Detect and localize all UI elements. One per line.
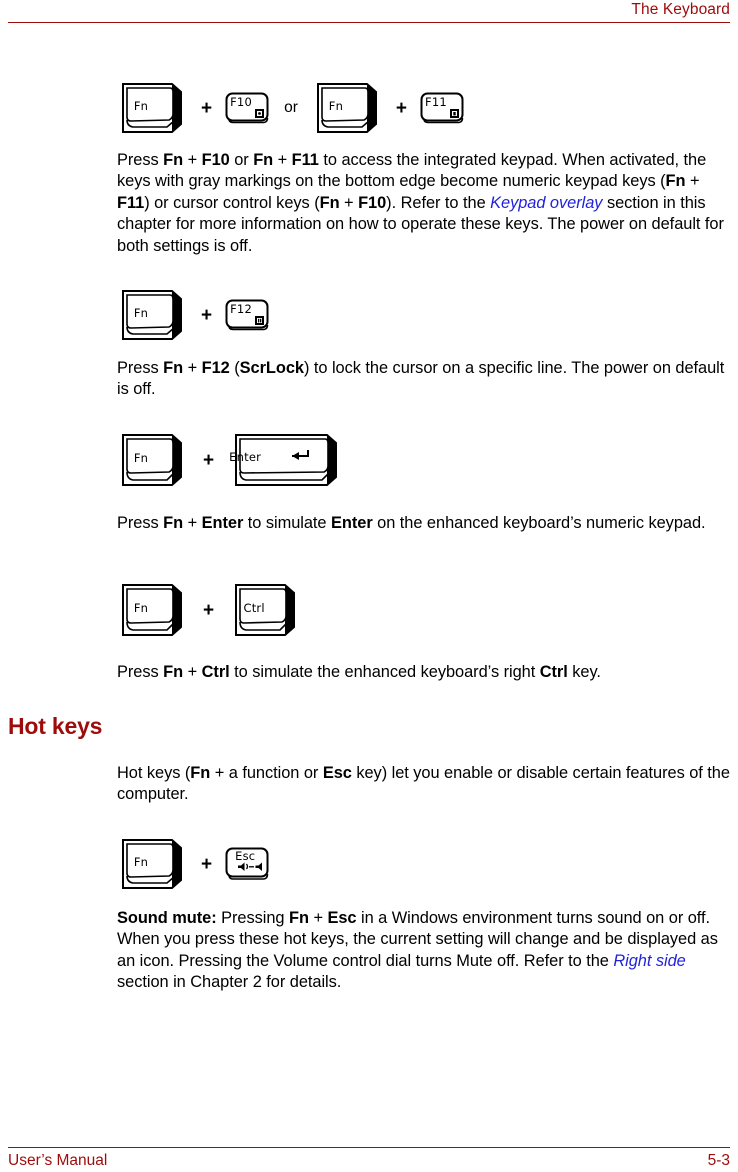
paragraph-keypad: Press Fn + F10 or Fn + F11 to access the… [117, 151, 724, 255]
plus-sign-enter: + [203, 449, 215, 471]
section-heading-hot-keys: Hot keys [8, 713, 103, 739]
key-fn-enter-row: Fn [117, 430, 185, 490]
page-header: The Keyboard [0, 0, 738, 30]
figure-fn-f10-f11: Fn + F10 or Fn + F11 [117, 80, 465, 136]
cross-reference-link[interactable]: Keypad overlay [490, 194, 602, 212]
footer-manual-label: User’s Manual [8, 1152, 108, 1169]
key-fn-ctrl-row: Fn [117, 580, 185, 640]
figure-fn-esc: Fn + Esc [117, 836, 270, 892]
footer-page-number: 5-3 [707, 1152, 730, 1169]
header-divider [8, 22, 730, 23]
key-fn-esc-row: Fn [117, 836, 185, 892]
figure-fn-ctrl: Fn + Ctrl [117, 580, 298, 640]
plus-sign: + [201, 97, 213, 119]
key-f12: F12 [224, 298, 270, 332]
key-fn-f12-row: Fn [117, 287, 185, 343]
plus-sign-f12: + [201, 304, 213, 326]
key-fn: Fn [117, 80, 185, 136]
key-ctrl: Ctrl [230, 580, 298, 640]
paragraph-hotkeys-intro: Hot keys (Fn + a function or Esc key) le… [117, 764, 730, 804]
key-enter: Enter [229, 430, 340, 490]
cross-reference-link[interactable]: Right side [613, 952, 685, 970]
key-f10: F10 [224, 91, 270, 125]
paragraph-scrlock: Press Fn + F12 (ScrLock) to lock the cur… [117, 359, 725, 399]
plus-sign-second: + [395, 97, 408, 119]
key-fn-second: Fn [312, 80, 380, 136]
key-esc: Esc [224, 846, 270, 882]
figure-fn-f12: Fn + F12 [117, 287, 270, 343]
or-separator: or [284, 99, 298, 117]
key-f11: F11 [419, 91, 465, 125]
figure-fn-enter: Fn + Enter [117, 430, 340, 490]
paragraph-enter: Press Fn + Enter to simulate Enter on th… [117, 514, 706, 532]
plus-sign-esc: + [201, 853, 213, 875]
header-title: The Keyboard [631, 1, 730, 18]
footer-divider [8, 1147, 730, 1148]
plus-sign-ctrl: + [203, 599, 215, 621]
paragraph-sound-mute: Sound mute: Pressing Fn + Esc in a Windo… [117, 909, 718, 992]
paragraph-ctrl: Press Fn + Ctrl to simulate the enhanced… [117, 663, 601, 681]
page-footer: User’s Manual 5-3 [8, 1152, 730, 1170]
